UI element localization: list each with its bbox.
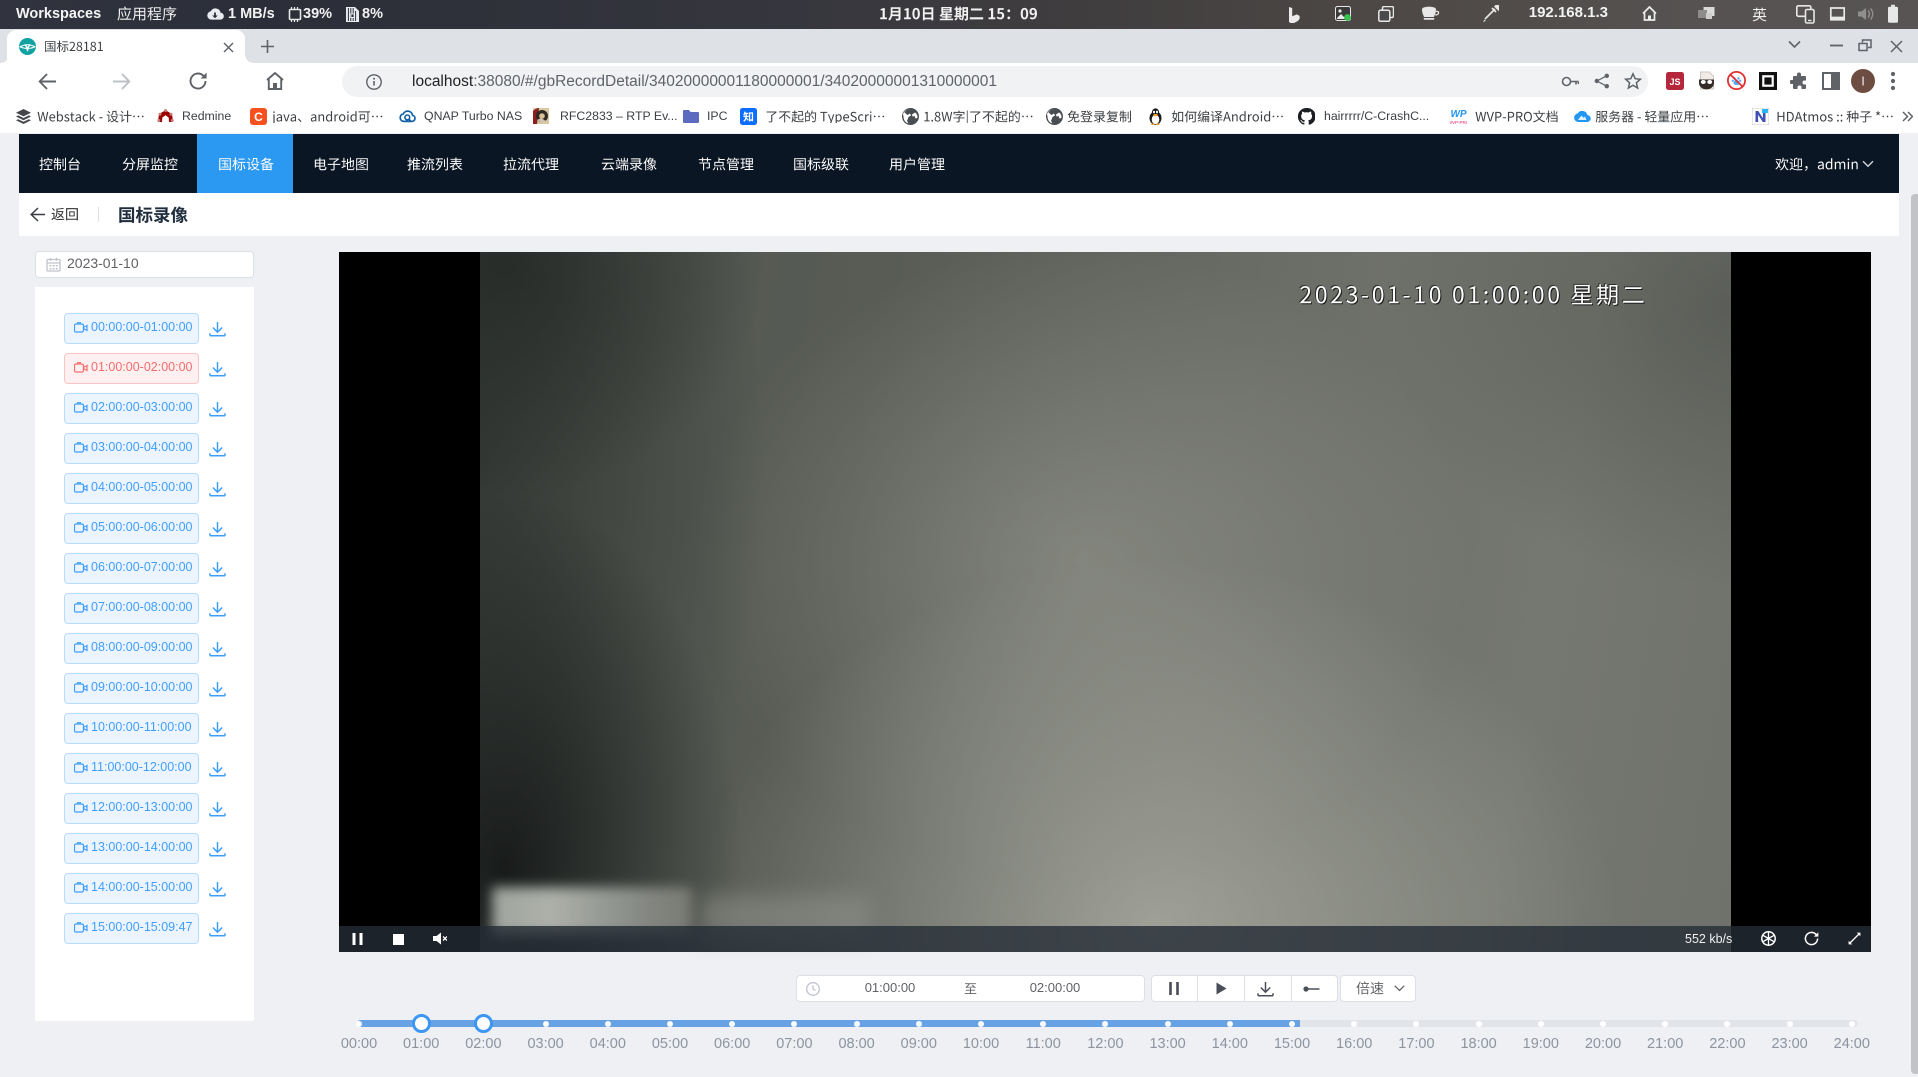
svg-text:JS: JS <box>1669 77 1680 87</box>
svg-text:WVP-PRO: WVP-PRO <box>1450 120 1467 125</box>
svg-text:WP: WP <box>1450 109 1466 120</box>
svg-text:I: I <box>1861 74 1865 89</box>
svg-text:C: C <box>254 110 263 124</box>
